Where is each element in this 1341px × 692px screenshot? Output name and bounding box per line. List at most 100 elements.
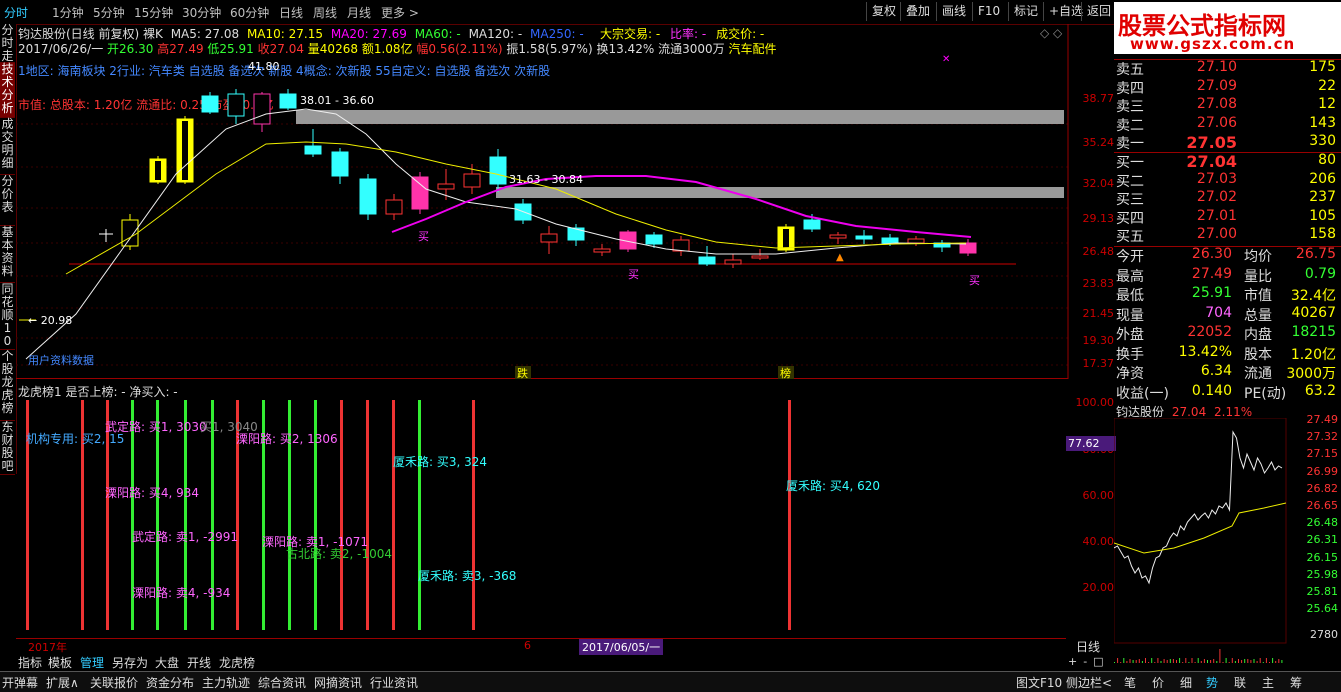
level-volume: 80 [1318, 152, 1336, 168]
tab-trend[interactable]: 势 [1206, 674, 1218, 691]
price-tick-label: 35.24 [1082, 136, 1115, 149]
tab-price[interactable]: 价 [1152, 674, 1164, 691]
zoom-controls[interactable]: +-□ [1068, 655, 1110, 668]
level-volume: 237 [1309, 189, 1336, 205]
volume-bar [1145, 658, 1146, 663]
digest-news[interactable]: 网摘资讯 [314, 674, 362, 691]
ask-row[interactable]: 卖四 27.09 22 [1114, 78, 1341, 97]
expand-button[interactable]: 扩展∧ [46, 674, 79, 691]
volume-bar [1222, 662, 1224, 663]
tab-trade-detail[interactable]: 成交明细 [0, 118, 15, 175]
volume-bar [1117, 658, 1119, 663]
level-price: 27.01 [1196, 207, 1237, 224]
stat-row: 最低 25.91 市值 32.4亿 [1114, 285, 1341, 304]
ask-row[interactable]: 卖一 27.05 330 [1114, 133, 1341, 152]
tf-weekly[interactable]: 周线 [313, 4, 337, 21]
level-label: 卖四 [1116, 80, 1144, 97]
lhb-bar [788, 400, 791, 630]
f10-graphic[interactable]: 图文F10 [1016, 674, 1062, 691]
tab-main[interactable]: 主 [1262, 674, 1274, 691]
buy-signal-2: 买 [628, 268, 639, 281]
stat-value: 1.20亿 [1290, 346, 1336, 363]
tf-1min[interactable]: 1分钟 [52, 4, 84, 21]
ask-row[interactable]: 卖二 27.06 143 [1114, 114, 1341, 134]
level-price: 27.06 [1196, 114, 1237, 131]
danmaku-toggle[interactable]: 开弹幕 [2, 674, 38, 691]
tab-indicator[interactable]: 指标 [18, 654, 42, 671]
tab-dragon-tiger[interactable]: 个股龙虎榜 [0, 350, 15, 421]
tab-market[interactable]: 大盘 [155, 654, 179, 671]
adjust-button[interactable]: 复权 [866, 2, 901, 21]
volume-bar [1228, 662, 1230, 663]
candle-inner [783, 229, 789, 248]
tf-more[interactable]: 更多 > [381, 4, 419, 21]
mini-axis-label: 26.15 [1306, 550, 1339, 564]
volume-bar [1265, 658, 1267, 663]
tab-manage[interactable]: 管理 [80, 654, 104, 671]
volume-bar [1126, 661, 1128, 663]
left-tabs: 分时走势 技术分析 成交明细 分价表 基本资料 同花顺10 个股龙虎榜 东财股吧 [0, 24, 17, 475]
volume-bar [1129, 659, 1131, 663]
quote-panel: 卖五 27.10 175 卖四 27.09 22 卖三 27.08 12 卖二 27.06 143 卖一… [1114, 56, 1341, 402]
ask-row[interactable]: 卖三 27.08 12 [1114, 96, 1341, 115]
tf-30min[interactable]: 30分钟 [182, 4, 221, 21]
related-quotes[interactable]: 关联报价 [90, 674, 138, 691]
volume-bar [1238, 659, 1239, 663]
main-force-track[interactable]: 主力轨迹 [202, 674, 250, 691]
ask-row[interactable]: 卖五 27.10 175 [1114, 59, 1341, 78]
tab-fundamentals[interactable]: 基本资料 [0, 226, 15, 283]
back-button[interactable]: 返回 [1081, 2, 1116, 21]
sidebar-toggle[interactable]: 侧边栏< [1066, 674, 1112, 691]
bid-row[interactable]: 买五 27.00 158 [1114, 226, 1341, 245]
general-news[interactable]: 综合资讯 [258, 674, 306, 691]
level-volume: 143 [1309, 114, 1336, 131]
tf-minute[interactable]: 分时 [4, 4, 28, 21]
volume-bar [1141, 661, 1143, 663]
tf-daily[interactable]: 日线 [279, 4, 303, 21]
stat-row: 收益(一) 0.140 PE(动) 63.2 [1114, 382, 1341, 402]
f10-button[interactable]: F10 [972, 2, 1005, 21]
bid-row[interactable]: 买二 27.03 206 [1114, 171, 1341, 190]
tab-dragon-tiger-list[interactable]: 龙虎榜 [219, 654, 255, 671]
tab-technical[interactable]: 技术分析 [0, 63, 15, 118]
lhb-label: 溧阳路: 买2, 1306 [236, 432, 338, 446]
tab-10jqka[interactable]: 同花顺10 [0, 283, 15, 350]
volume-bar [1157, 658, 1159, 663]
tab-open-line[interactable]: 开线 [187, 654, 211, 671]
tab-guba[interactable]: 东财股吧 [0, 421, 15, 475]
tf-60min[interactable]: 60分钟 [230, 4, 269, 21]
volume-bar [1138, 659, 1140, 663]
tab-chips[interactable]: 筹 [1290, 674, 1302, 691]
tab-price-table[interactable]: 分价表 [0, 175, 15, 226]
stat-value: 26.75 [1295, 246, 1336, 262]
mini-axis-label: 27.15 [1306, 447, 1339, 461]
volume-bar [1234, 661, 1236, 663]
lhb-axis-label: 20.00 [1082, 581, 1115, 594]
tf-15min[interactable]: 15分钟 [134, 4, 173, 21]
tf-5min[interactable]: 5分钟 [93, 4, 125, 21]
stat-value: 63.2 [1304, 382, 1336, 399]
candle-body [253, 93, 271, 125]
tf-monthly[interactable]: 月线 [347, 4, 371, 21]
price-tick-label: 32.04 [1082, 177, 1115, 190]
kline-chart[interactable]: 41.80 38.01 - 36.60 31.63 - 30.84 ← 20.9… [16, 24, 1114, 380]
stat-label: 内盘 [1244, 327, 1272, 343]
fund-distribution[interactable]: 资金分布 [146, 674, 194, 691]
tab-time-sharing[interactable]: 分时走势 [0, 24, 15, 76]
industry-news[interactable]: 行业资讯 [370, 674, 418, 691]
overlay-button[interactable]: 叠加 [900, 2, 935, 21]
tab-detail[interactable]: 细 [1180, 674, 1192, 691]
bid-row[interactable]: 买四 27.01 105 [1114, 207, 1341, 227]
bid-row[interactable]: 买一 27.04 80 [1114, 152, 1341, 171]
tab-template[interactable]: 模板 [48, 654, 72, 671]
lhb-label: 厦禾路: 买3, 324 [393, 455, 488, 469]
bid-row[interactable]: 买三 27.02 237 [1114, 189, 1341, 208]
tab-tick[interactable]: 笔 [1124, 674, 1136, 691]
mini-axis-label: 26.82 [1306, 481, 1339, 495]
tab-link[interactable]: 联 [1234, 674, 1246, 691]
volume-bar [1166, 660, 1168, 663]
tab-save-as[interactable]: 另存为 [112, 654, 148, 671]
draw-button[interactable]: 画线 [936, 2, 971, 21]
volume-bar [1203, 659, 1205, 663]
mark-button[interactable]: 标记 [1008, 2, 1043, 21]
